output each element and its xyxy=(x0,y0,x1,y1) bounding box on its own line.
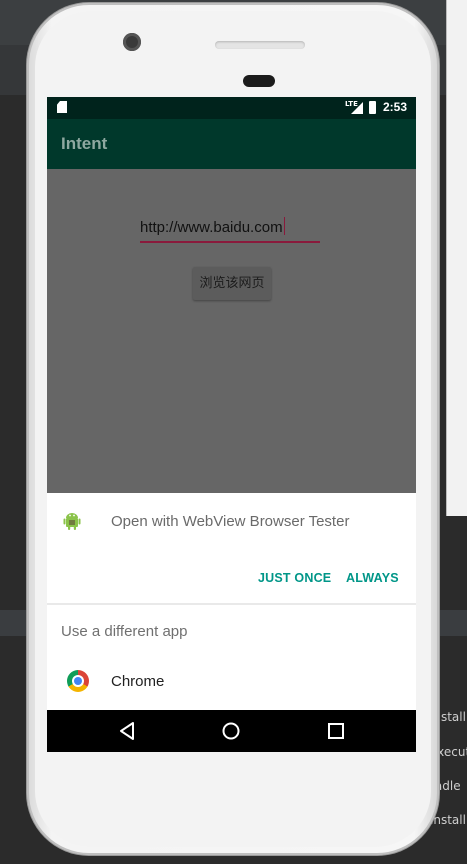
signal-icon xyxy=(351,102,363,114)
open-with-label: Open with WebView Browser Tester xyxy=(111,513,350,530)
url-input[interactable]: http://www.baidu.com xyxy=(140,217,320,243)
recents-icon[interactable] xyxy=(327,721,345,741)
app-bar: Intent xyxy=(47,119,416,169)
text-cursor xyxy=(283,217,285,235)
chrome-icon xyxy=(67,670,89,692)
battery-icon xyxy=(369,101,376,114)
app-list-item-label: Chrome xyxy=(111,673,165,690)
system-navigation-bar xyxy=(47,710,416,752)
app-chooser-sheet: Open with WebView Browser Tester JUST ON… xyxy=(47,493,416,711)
sd-card-icon xyxy=(57,101,67,113)
ide-side-panel xyxy=(446,0,467,516)
home-icon[interactable] xyxy=(221,721,241,741)
status-clock: 2:53 xyxy=(383,100,408,114)
just-once-button[interactable]: JUST ONCE xyxy=(258,571,331,585)
url-input-value: http://www.baidu.com xyxy=(140,219,283,236)
front-camera xyxy=(123,33,141,51)
back-icon[interactable] xyxy=(118,721,136,741)
earpiece-speaker xyxy=(215,41,305,49)
device-screen: LTE 2:53 Intent http://www.baidu.com 浏览该… xyxy=(47,97,416,752)
ide-log-line: install xyxy=(430,813,466,827)
sheet-divider xyxy=(47,603,416,605)
app-title: Intent xyxy=(61,134,108,153)
status-bar: LTE 2:53 xyxy=(47,97,416,119)
proximity-sensor xyxy=(243,75,275,87)
browse-webpage-button[interactable]: 浏览该网页 xyxy=(193,267,271,300)
use-different-app-heading: Use a different app xyxy=(61,623,188,640)
activity-content: http://www.baidu.com 浏览该网页 xyxy=(47,169,416,493)
always-button[interactable]: ALWAYS xyxy=(346,571,399,585)
android-icon xyxy=(63,513,81,530)
